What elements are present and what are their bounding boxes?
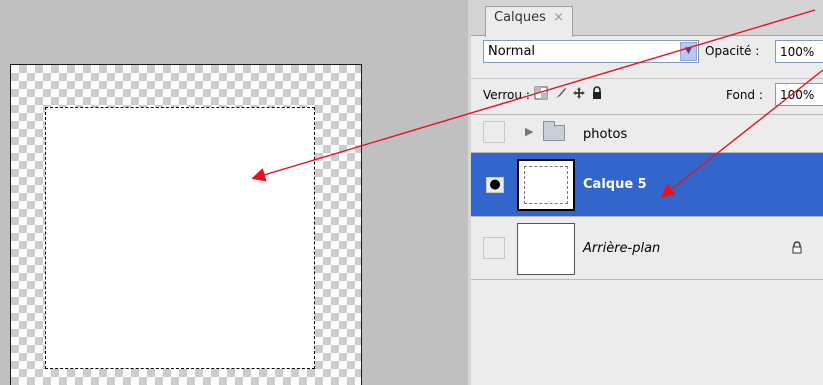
lock-label: Verrou : — [483, 88, 530, 102]
blend-row: Normal ▼ Opacité : 100% — [471, 38, 823, 68]
brush-lock-icon[interactable] — [553, 86, 569, 102]
layer-row-calque-5[interactable]: ● Calque 5 — [471, 152, 823, 216]
layer-thumbnail — [517, 159, 575, 211]
canvas-workspace — [0, 0, 468, 385]
padlock-icon — [791, 241, 803, 258]
opacity-input[interactable]: 100% — [775, 40, 823, 63]
panel-tab-strip: Calques × — [471, 0, 823, 37]
close-icon[interactable]: × — [553, 10, 564, 25]
layer-name-arriere-plan: Arrière-plan — [583, 241, 661, 256]
layer-row-photos[interactable]: ▶ photos — [471, 114, 823, 152]
tab-calques[interactable]: Calques × — [485, 6, 573, 37]
move-lock-icon[interactable] — [571, 86, 587, 102]
blend-mode-select[interactable]: Normal ▼ — [483, 40, 699, 63]
document-canvas[interactable] — [10, 64, 362, 385]
folder-icon — [543, 121, 565, 141]
layer-name-photos: photos — [583, 127, 628, 142]
fill-label: Fond : — [726, 88, 763, 102]
triangle-right-icon[interactable]: ▶ — [525, 125, 533, 138]
checkerboard-lock-icon[interactable] — [533, 86, 549, 102]
tab-calques-label: Calques — [494, 10, 546, 25]
opacity-label: Opacité : — [705, 44, 760, 58]
layer-name-calque-5: Calque 5 — [583, 177, 647, 192]
padlock-icon[interactable] — [589, 86, 605, 102]
chevron-down-icon[interactable]: ▼ — [680, 42, 697, 61]
visibility-toggle[interactable] — [483, 237, 505, 259]
fill-input[interactable]: 100% — [775, 83, 823, 106]
layers-panel: Calques × Normal ▼ Opacité : 100% Verrou… — [468, 0, 823, 385]
eye-icon[interactable]: ● — [486, 177, 504, 193]
layer-row-arriere-plan[interactable]: Arrière-plan — [471, 216, 823, 280]
layer-thumbnail — [517, 223, 575, 275]
layer-selection-marquee[interactable] — [45, 107, 315, 369]
blend-mode-value: Normal — [488, 44, 536, 59]
lock-row: Verrou : Fond : 100% — [471, 78, 823, 110]
visibility-toggle[interactable] — [483, 121, 505, 143]
